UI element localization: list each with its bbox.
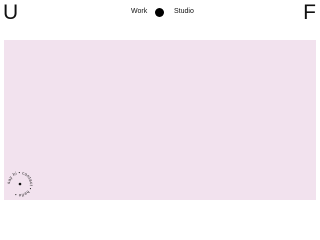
contact-badge[interactable]: say hi • contact • hello •: [6, 170, 34, 198]
hero-panel: [4, 40, 316, 200]
main-nav: Work Studio: [0, 6, 320, 18]
logo-right[interactable]: F: [303, 2, 316, 23]
circular-text-icon: say hi • contact • hello •: [6, 170, 34, 198]
page: U Work Studio F say hi • contact • hello…: [0, 0, 320, 200]
nav-link-work[interactable]: Work: [131, 6, 147, 18]
nav-link-studio[interactable]: Studio: [174, 6, 194, 18]
dot-separator-icon: [155, 8, 164, 17]
